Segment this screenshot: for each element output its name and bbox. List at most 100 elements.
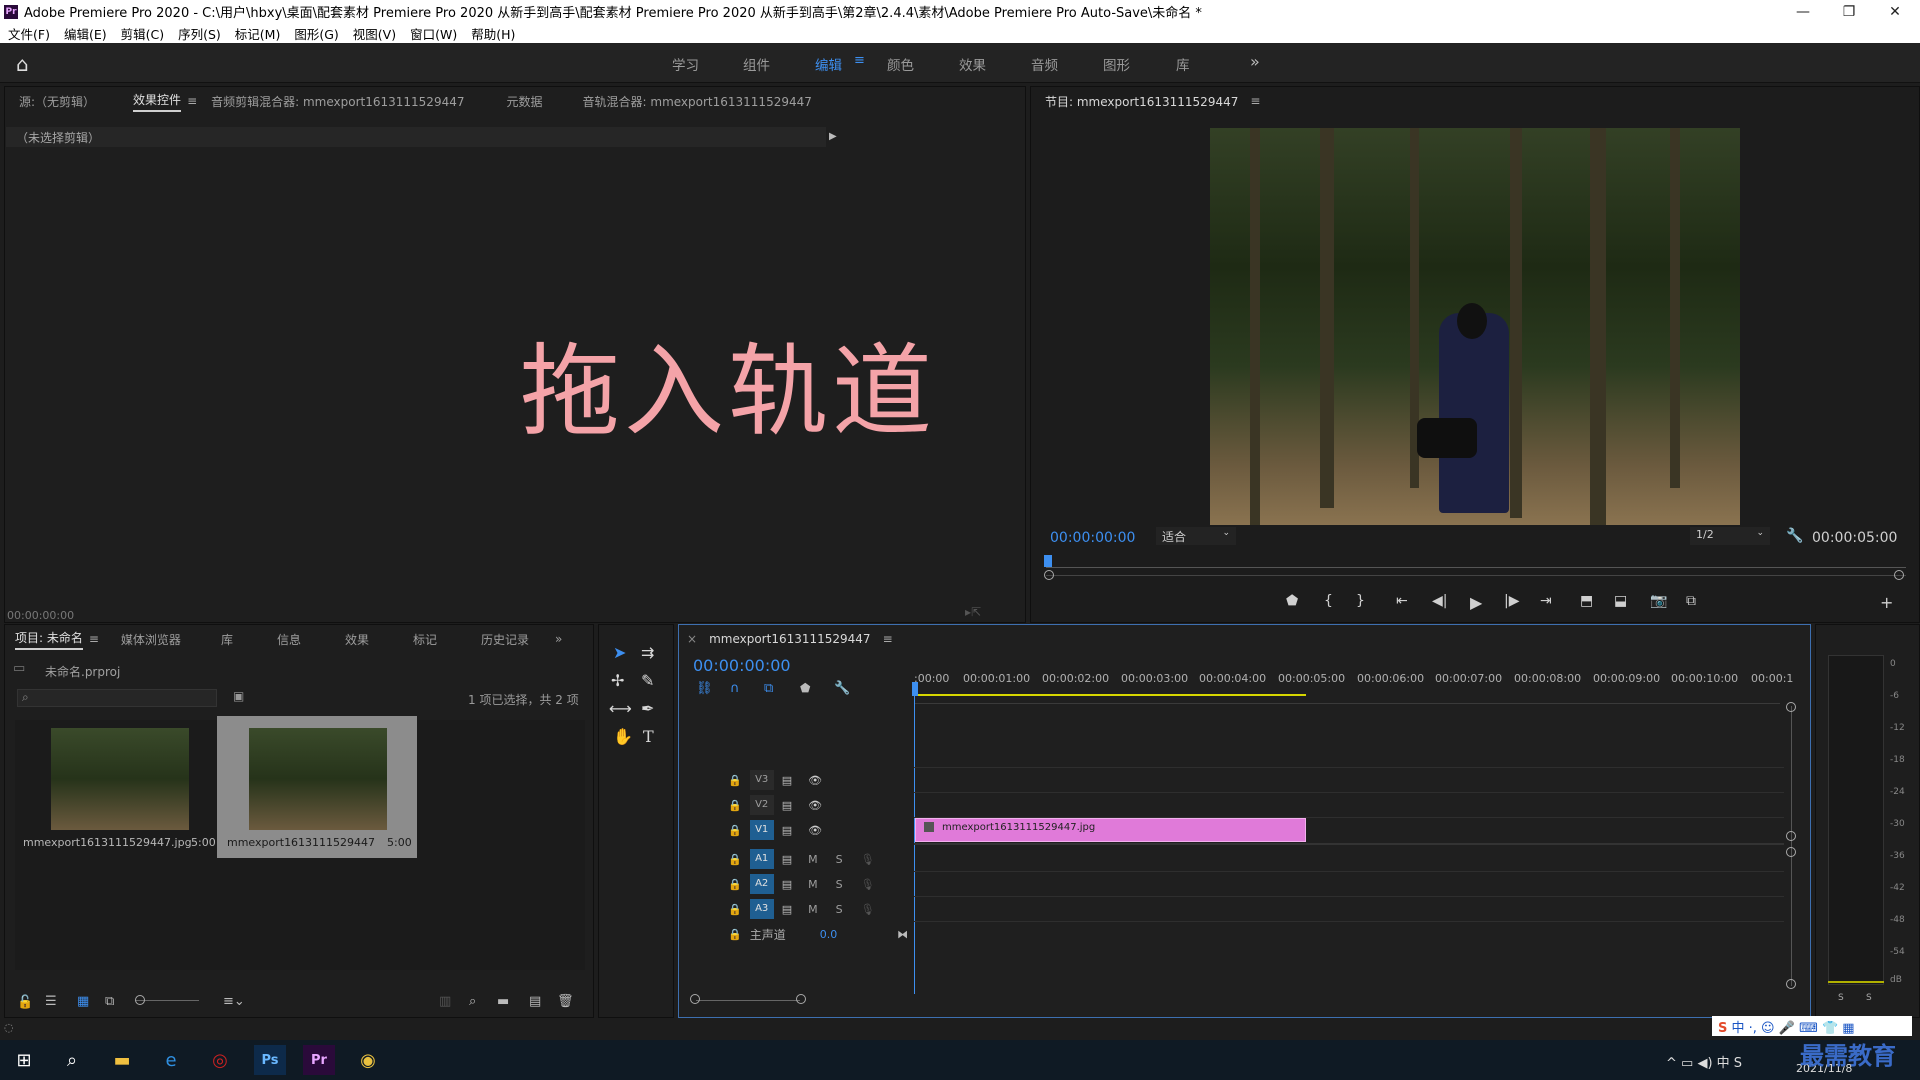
minimize-button[interactable]: — [1780,0,1826,23]
track-select-tool-icon[interactable]: ⇉ [641,643,654,662]
program-time-ruler[interactable] [1046,556,1906,568]
workspace-menu-icon[interactable]: ≡ [854,53,865,68]
wrench-icon[interactable]: 🔧 [1786,528,1803,544]
expand-arrow-icon[interactable]: ▶ [829,131,837,142]
linked-selection-icon[interactable]: ⧉ [764,681,773,696]
export-frame-icon[interactable]: ▸⇱ [965,605,981,619]
tab-audio-track-mixer[interactable]: 音轨混合器: mmexport1613111529447 [583,93,812,110]
workspace-effects[interactable]: 效果 [959,54,986,74]
solo-left-button[interactable]: S [1838,993,1844,1003]
solo-button[interactable]: S [836,853,843,866]
workspace-audio[interactable]: 音频 [1031,54,1058,74]
tab-markers[interactable]: 标记 [413,631,437,648]
restore-button[interactable]: ❐ [1826,0,1872,23]
export-frame-camera-icon[interactable]: 📷 [1650,593,1667,609]
program-playhead[interactable] [1044,555,1052,567]
lock-icon[interactable]: 🔒 [728,774,742,787]
project-item-2-selected[interactable]: mmexport1613111529447 5:00 [217,716,417,858]
track-label[interactable]: A2 [749,874,774,894]
mic-icon[interactable]: 🎙 [861,903,875,916]
workspace-libraries[interactable]: 库 [1176,54,1190,74]
menu-graphics[interactable]: 图形(G) [294,24,338,43]
list-view-icon[interactable]: ☰ [45,994,57,1009]
sync-lock-icon[interactable]: ▤ [782,853,792,866]
tab-libraries[interactable]: 库 [221,631,233,648]
find-icon[interactable]: ⌕ [469,994,476,1009]
menu-marker[interactable]: 标记(M) [235,24,281,43]
workspace-color[interactable]: 颜色 [887,54,914,74]
project-item-1[interactable]: mmexport1613111529447.jpg 5:00 [19,720,216,860]
panel-menu-icon[interactable]: ≡ [187,94,197,108]
v-scroll-handle[interactable] [1786,979,1796,989]
timeline-clip[interactable]: mmexport1613111529447.jpg [915,818,1306,842]
zoom-slider-handle[interactable] [135,995,145,1005]
menu-help[interactable]: 帮助(H) [471,24,515,43]
close-sequence-icon[interactable]: × [687,632,697,646]
ripple-edit-tool-icon[interactable]: ✢ [611,671,624,690]
lock-icon[interactable]: 🔒 [728,824,742,837]
tab-project[interactable]: 项目: 未命名 [15,629,83,650]
mark-out-icon[interactable]: } [1356,593,1365,609]
ime-language[interactable]: 中 [1732,1021,1745,1036]
more-workspaces-icon[interactable]: » [1250,52,1260,71]
workspace-editing[interactable]: 编辑 [815,54,842,74]
program-zoom-bar[interactable] [1046,575,1906,576]
comparison-view-icon[interactable]: ⧉ [1686,593,1696,609]
mute-button[interactable]: M [808,903,818,916]
pen-tool-icon[interactable]: ✒ [641,699,654,718]
menu-edit[interactable]: 编辑(E) [64,24,107,43]
eye-icon[interactable]: 👁 [808,824,822,837]
sync-lock-icon[interactable]: ▤ [782,903,792,916]
new-bin-from-search-icon[interactable]: ▣ [233,689,244,703]
step-back-icon[interactable]: ◀| [1432,593,1447,609]
h-scroll-handle[interactable] [690,994,700,1004]
tab-media-browser[interactable]: 媒体浏览器 [121,631,181,648]
add-marker-icon[interactable]: ⬟ [1286,593,1298,609]
app-icon[interactable]: ◎ [204,1045,236,1075]
sync-lock-icon[interactable]: ▤ [782,774,792,787]
add-button-icon[interactable]: + [1880,593,1893,612]
workspace-graphics[interactable]: 图形 [1103,54,1130,74]
snap-icon[interactable]: ∩ [730,681,740,696]
program-title[interactable]: 节目: mmexport1613111529447 [1045,93,1238,110]
mute-button[interactable]: M [808,853,818,866]
ime-toolbar[interactable]: S 中 ·, ☺ 🎤 ⌨ 👕 ▦ [1712,1016,1912,1036]
extract-icon[interactable]: ⬓ [1614,593,1627,609]
play-icon[interactable]: ▶ [1470,593,1482,612]
more-panels-icon[interactable]: » [555,632,562,646]
lock-icon[interactable]: 🔒 [728,799,742,812]
solo-button[interactable]: S [836,878,843,891]
clear-icon[interactable]: 🗑 [557,994,574,1009]
tab-metadata[interactable]: 元数据 [507,93,543,110]
eye-icon[interactable]: 👁 [808,799,822,812]
tab-info[interactable]: 信息 [277,631,301,648]
solo-button[interactable]: S [836,903,843,916]
v-scroll-handle[interactable] [1786,831,1796,841]
selection-tool-icon[interactable]: ➤ [613,643,626,662]
sync-lock-icon[interactable]: ▤ [782,799,792,812]
premiere-taskbar-icon[interactable]: Pr [303,1045,335,1075]
program-current-timecode[interactable]: 00:00:00:00 [1050,530,1135,546]
track-label[interactable]: V3 [749,770,774,790]
tab-effect-controls[interactable]: 效果控件 [133,91,182,112]
workspace-assembly[interactable]: 组件 [743,54,770,74]
lock-icon[interactable]: 🔒 [728,928,742,941]
fit-select[interactable]: 适合 ⌄ [1156,527,1236,545]
lock-icon[interactable]: 🔒 [728,903,742,916]
tab-effects[interactable]: 效果 [345,631,369,648]
project-search-input[interactable]: ⌕ [17,689,217,707]
zoom-handle-left[interactable] [1044,570,1054,580]
lock-icon[interactable]: 🔒 [728,853,742,866]
eye-icon[interactable]: 👁 [808,774,822,787]
mute-button[interactable]: M [808,878,818,891]
nest-toggle-icon[interactable]: ⛓ [696,681,713,696]
tab-audio-clip-mixer[interactable]: 音频剪辑混合器: mmexport1613111529447 [211,93,464,110]
go-to-out-icon[interactable]: ⇥ [1540,593,1552,609]
v-scroll-handle[interactable] [1786,702,1796,712]
project-menu-icon[interactable]: ≡ [89,632,99,646]
hand-tool-icon[interactable]: ✋ [613,727,633,746]
master-volume-value[interactable]: 0.0 [820,928,838,941]
mark-in-icon[interactable]: { [1324,593,1333,609]
chrome-icon[interactable]: ◉ [352,1045,384,1075]
type-tool-icon[interactable]: T [643,727,654,746]
